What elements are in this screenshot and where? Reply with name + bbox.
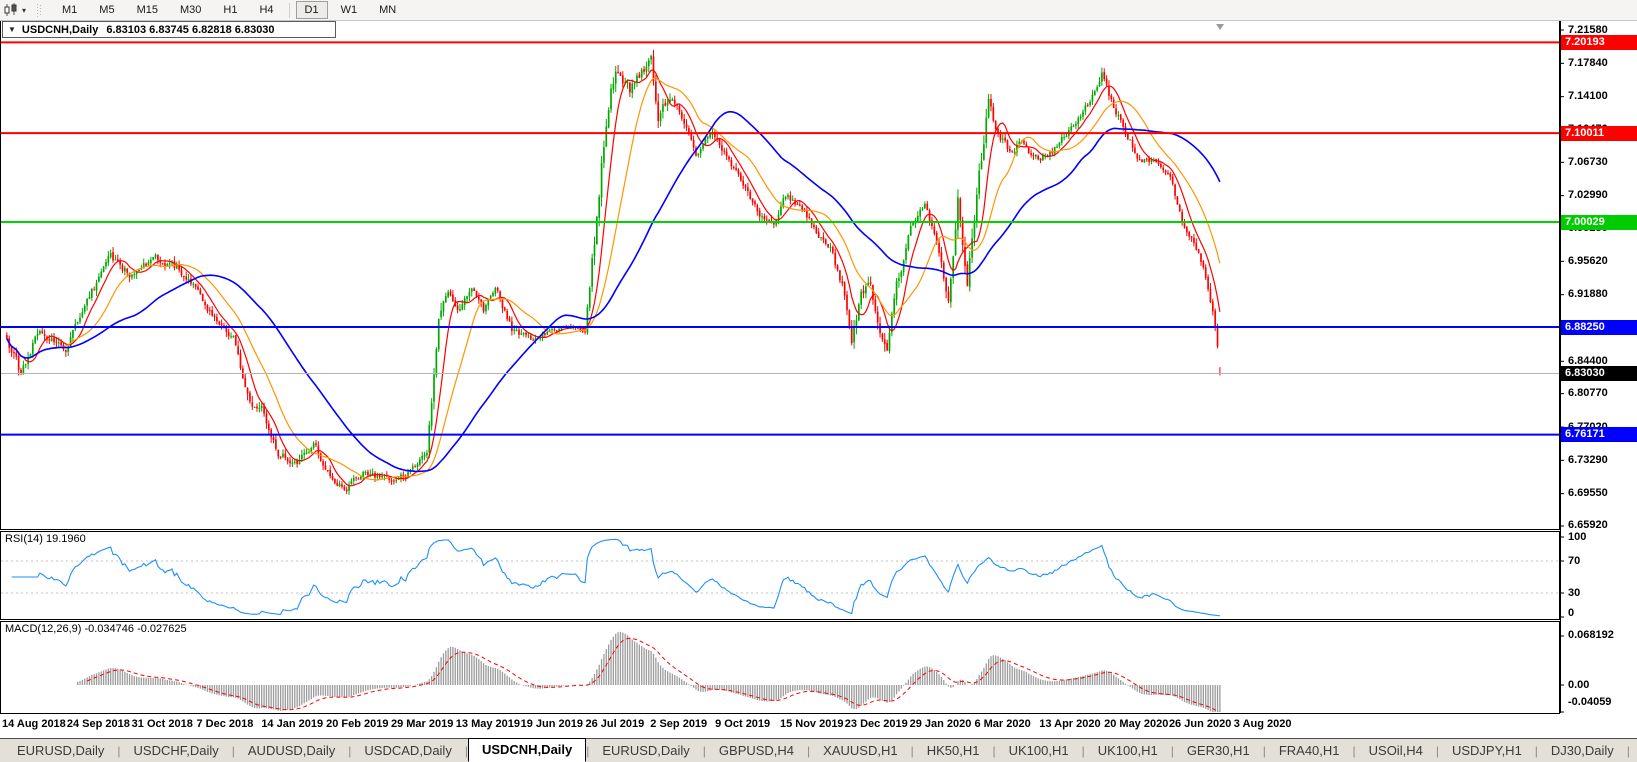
date-label: 31 Oct 2018 — [132, 718, 193, 730]
tab-usdjpy-h1[interactable]: USDJPY,H1 — [1439, 740, 1535, 761]
tab-audusd-daily[interactable]: AUDUSD,Daily — [235, 740, 348, 761]
tab-hk50-h1[interactable]: HK50,H1 — [914, 740, 993, 761]
date-label: 19 Jun 2019 — [521, 718, 583, 730]
price-tick-label: 6.73290 — [1568, 454, 1608, 466]
date-label: 23 Dec 2019 — [845, 718, 908, 730]
tab-usoil-h4[interactable]: USOil,H4 — [1356, 740, 1436, 761]
tab-eurusd-daily[interactable]: EURUSD,Daily — [4, 740, 117, 761]
date-label: 9 Oct 2019 — [715, 718, 770, 730]
date-label: 14 Jan 2019 — [261, 718, 323, 730]
rsi-axis-label: 30 — [1568, 587, 1580, 599]
price-tick-label: 6.91880 — [1568, 288, 1608, 300]
price-level-badge: 7.10011 — [1561, 126, 1637, 141]
tab-ger30-h1[interactable]: GER30,H1 — [1174, 740, 1263, 761]
timeframe-button-w1[interactable]: W1 — [332, 1, 367, 19]
price-tick-label: 6.95620 — [1568, 255, 1608, 267]
toolbar-drag-handle[interactable] — [37, 4, 41, 17]
timeframe-button-m1[interactable]: M1 — [53, 1, 86, 19]
timeframe-button-m15[interactable]: M15 — [128, 1, 167, 19]
chart-type-dropdown[interactable]: ▾ — [0, 1, 29, 19]
tab-china300-h1[interactable]: CHINA300,H1 — [1630, 740, 1637, 761]
date-label: 13 Apr 2020 — [1039, 718, 1100, 730]
timeframe-button-h4[interactable]: H4 — [250, 1, 282, 19]
timeframe-toolbar: ▾ M1M5 M15M30H1H4 D1W1MN — [0, 0, 1637, 21]
tab-xauusd-h1[interactable]: XAUUSD,H1 — [810, 740, 910, 761]
price-tick-label: 7.21580 — [1568, 24, 1608, 36]
rsi-axis-label: 70 — [1568, 555, 1580, 567]
date-label: 29 Mar 2019 — [391, 718, 453, 730]
tab-gbpusd-h4[interactable]: GBPUSD,H4 — [706, 740, 807, 761]
timeframe-button-m30[interactable]: M30 — [171, 1, 210, 19]
tab-eurusd-daily[interactable]: EURUSD,Daily — [589, 740, 702, 761]
date-label: 20 May 2020 — [1104, 718, 1168, 730]
macd-label: MACD(12,26,9) -0.034746 -0.027625 — [5, 623, 187, 635]
date-label: 24 Sep 2018 — [67, 718, 130, 730]
macd-axis-label: -0.04059 — [1568, 696, 1611, 708]
price-tick-label: 6.84400 — [1568, 355, 1608, 367]
price-tick-label: 7.02990 — [1568, 189, 1608, 201]
price-tick-label: 6.69550 — [1568, 487, 1608, 499]
date-label: 26 Jul 2019 — [585, 718, 644, 730]
rsi-axis-label: 0 — [1568, 607, 1574, 619]
date-label: 15 Nov 2019 — [780, 718, 844, 730]
price-tick-label: 7.06730 — [1568, 156, 1608, 168]
rsi-line — [12, 539, 1220, 616]
chart-title: ▼ USDCNH,Daily 6.83103 6.83745 6.82818 6… — [2, 21, 336, 38]
date-label: 6 Mar 2020 — [974, 718, 1030, 730]
price-level-badge: 7.20193 — [1561, 35, 1637, 50]
date-label: 7 Dec 2018 — [196, 718, 253, 730]
tab-fra40-h1[interactable]: FRA40,H1 — [1266, 740, 1353, 761]
trading-terminal-window: { "toolbar": { "chart_icon": "candlestic… — [0, 0, 1637, 762]
chart-shift-marker-icon — [1216, 24, 1224, 30]
price-tick-label: 7.17840 — [1568, 57, 1608, 69]
ohlc-values: 6.83103 6.83745 6.82818 6.83030 — [106, 24, 274, 36]
timeframe-buttons: M1M5 M15M30H1H4 D1W1MN — [51, 1, 407, 19]
date-label: 2 Sep 2019 — [650, 718, 707, 730]
ma-slow-line — [7, 112, 1220, 472]
tab-usdchf-daily[interactable]: USDCHF,Daily — [121, 740, 232, 761]
tab-bar: EURUSD,Daily|USDCHF,Daily|AUDUSD,Daily|U… — [0, 738, 1637, 762]
one-click-trading-collapse-icon[interactable]: ▼ — [8, 25, 16, 34]
timeframe-button-mn[interactable]: MN — [370, 1, 405, 19]
tab-usdcad-daily[interactable]: USDCAD,Daily — [351, 740, 464, 761]
tab-dj30-daily[interactable]: DJ30,Daily — [1538, 740, 1627, 761]
price-level-badge: 6.88250 — [1561, 320, 1637, 335]
price-tick-label: 7.14100 — [1568, 90, 1608, 102]
date-label: 14 Aug 2018 — [2, 718, 66, 730]
timeframe-button-h1[interactable]: H1 — [214, 1, 246, 19]
date-label: 3 Aug 2020 — [1234, 718, 1292, 730]
price-level-badge: 7.00029 — [1561, 215, 1637, 230]
macd-axis-label: 0.068192 — [1568, 629, 1614, 641]
date-axis[interactable]: 14 Aug 201824 Sep 201831 Oct 20187 Dec 2… — [0, 713, 1637, 738]
date-label: 29 Jan 2020 — [910, 718, 972, 730]
rsi-label: RSI(14) 19.1960 — [5, 533, 86, 545]
timeframe-button-m5[interactable]: M5 — [90, 1, 123, 19]
date-label: 26 Jun 2020 — [1169, 718, 1231, 730]
date-label: 13 May 2019 — [456, 718, 520, 730]
price-level-badge: 6.76171 — [1561, 427, 1637, 442]
tab-uk100-h1[interactable]: UK100,H1 — [996, 740, 1082, 761]
tab-uk100-h1[interactable]: UK100,H1 — [1085, 740, 1171, 761]
current-price-badge: 6.83030 — [1561, 366, 1637, 381]
chart-canvas[interactable] — [0, 0, 1637, 762]
macd-axis-label: 0.00 — [1568, 679, 1589, 691]
symbol-period-label: USDCNH,Daily — [22, 24, 98, 36]
price-tick-label: 6.80770 — [1568, 387, 1608, 399]
candlestick-chart-icon — [3, 3, 19, 17]
tab-usdcnh-daily[interactable]: USDCNH,Daily — [468, 738, 586, 762]
date-label: 20 Feb 2019 — [326, 718, 388, 730]
chevron-down-icon: ▾ — [22, 6, 26, 15]
timeframe-button-d1[interactable]: D1 — [296, 1, 328, 19]
rsi-axis-label: 100 — [1568, 531, 1586, 543]
